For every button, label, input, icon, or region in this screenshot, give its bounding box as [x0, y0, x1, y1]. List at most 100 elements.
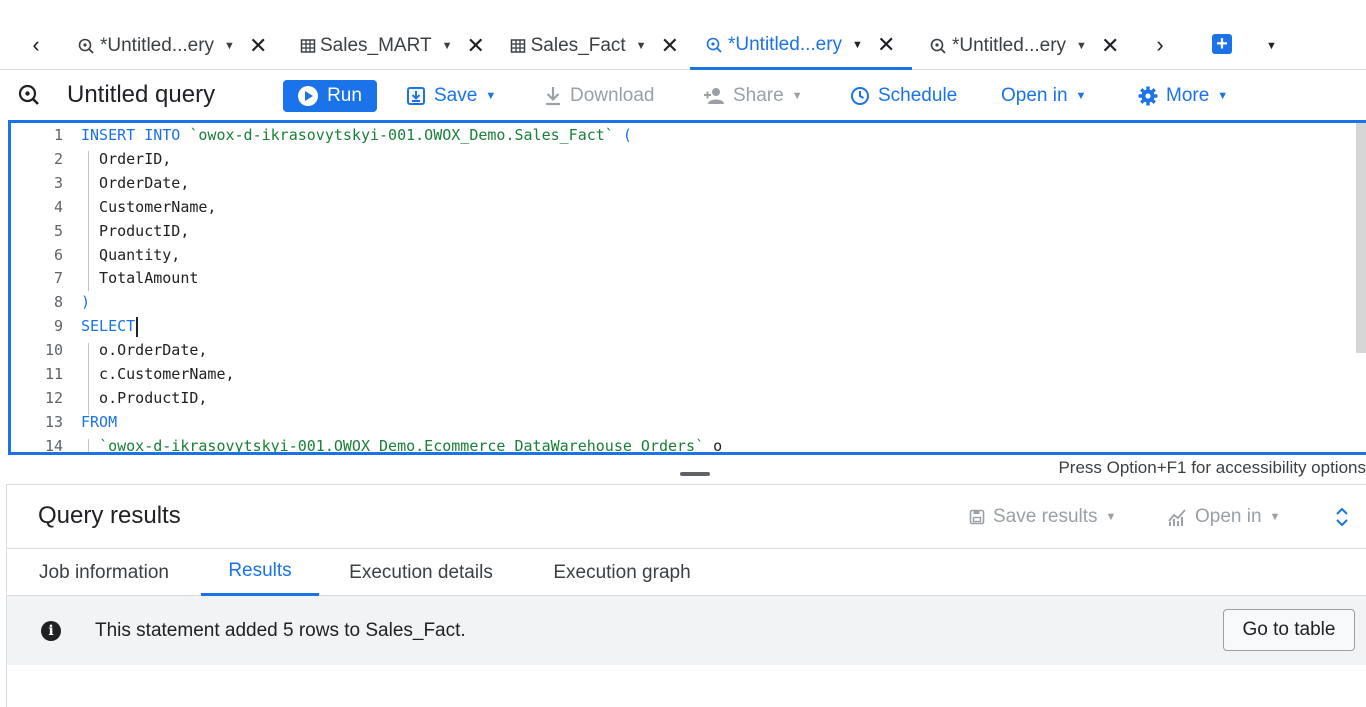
tab-sales-fact[interactable]: Sales_Fact ▼ ✕ [509, 22, 679, 70]
code-text: o.OrderDate, [81, 341, 208, 360]
tab-label: *Untitled...ery [728, 33, 843, 55]
tab-label: Sales_Fact [530, 35, 626, 56]
tab-execution-details[interactable]: Execution details [325, 549, 517, 596]
code-text: FROM [81, 412, 118, 431]
tab-label: Sales_MART [320, 35, 432, 56]
save-button[interactable]: Save ▼ [406, 82, 496, 110]
tab-job-information[interactable]: Job information [7, 549, 201, 596]
code-text: SELECT [81, 314, 139, 338]
tab-untitled-query-2[interactable]: *Untitled...ery ▼ ✕ [928, 22, 1128, 70]
add-person-icon [703, 87, 725, 105]
expand-collapse-icon[interactable] [1331, 503, 1353, 531]
code-text: Quantity, [81, 245, 181, 264]
line-number: 8 [53, 293, 63, 312]
resize-handle[interactable] [680, 472, 710, 476]
caret-down-icon[interactable]: ▼ [1266, 40, 1277, 52]
share-button[interactable]: Share ▼ [703, 82, 803, 110]
open-in-label: Open in [1001, 85, 1068, 106]
line-number: 1 [53, 126, 63, 144]
results-open-in-button[interactable]: Open in ▼ [1167, 505, 1280, 529]
info-icon: i [41, 621, 61, 641]
close-icon[interactable]: ✕ [466, 35, 484, 57]
download-button[interactable]: Download [544, 82, 655, 110]
tab-sales-mart[interactable]: Sales_MART ▼ ✕ [300, 22, 485, 70]
line-number: 5 [53, 221, 63, 240]
code-line: 14 `owox-d-ikrasovytskyi-001.OWOX_Demo.E… [11, 434, 1351, 455]
query-results-header: Query results Save results ▼ Open in ▼ [7, 484, 1366, 548]
run-button[interactable]: Run [283, 80, 377, 112]
code-line: 4 CustomerName, [11, 195, 1351, 219]
code-text: `owox-d-ikrasovytskyi-001.OWOX_Demo.Ecom… [99, 436, 723, 455]
tab-results[interactable]: Results [201, 549, 319, 596]
results-tabs: Job information Results Execution detail… [7, 548, 1366, 596]
open-in-button[interactable]: Open in ▼ [1001, 82, 1086, 110]
close-icon[interactable]: ✕ [1101, 35, 1119, 57]
statement-message: This statement added 5 rows to Sales_Fac… [95, 620, 466, 641]
code-line: 5 ProductID, [11, 219, 1351, 243]
clock-icon [850, 86, 870, 106]
add-tab-icon[interactable]: + [1212, 34, 1232, 54]
query-icon [928, 36, 948, 56]
code-line: 1 INSERT INTO `owox-d-ikrasovytskyi-001.O… [11, 123, 1351, 147]
code-text: INSERT INTO `owox-d-ikrasovytskyi-001.OW… [81, 126, 632, 144]
code-text: TotalAmount [81, 269, 199, 288]
caret-down-icon: ▼ [1105, 511, 1117, 523]
table-icon [509, 36, 527, 56]
code-text: CustomerName, [81, 197, 217, 216]
run-label: Run [327, 85, 362, 106]
save-icon [406, 86, 426, 106]
open-in-label: Open in [1195, 506, 1262, 527]
caret-down-icon: ▼ [1075, 90, 1087, 102]
more-button[interactable]: More ▼ [1138, 82, 1228, 110]
chevron-left-icon[interactable]: ‹ [20, 28, 52, 62]
code-line: 3 OrderDate, [11, 171, 1351, 195]
line-number: 2 [53, 149, 63, 168]
caret-down-icon[interactable]: ▼ [1076, 40, 1087, 52]
tab-execution-graph[interactable]: Execution graph [527, 549, 717, 596]
save-results-label: Save results [993, 506, 1098, 527]
schedule-label: Schedule [878, 85, 958, 106]
query-icon [76, 36, 96, 56]
line-number: 3 [53, 173, 63, 192]
code-line: 6 Quantity, [11, 243, 1351, 267]
line-number: 9 [53, 317, 63, 336]
sql-editor[interactable]: 1 INSERT INTO `owox-d-ikrasovytskyi-001.O… [8, 120, 1366, 455]
line-number: 13 [44, 412, 63, 431]
tab-label: *Untitled...ery [100, 35, 215, 56]
caret-down-icon[interactable]: ▼ [636, 40, 647, 52]
query-toolbar: Untitled query Run Save ▼ Download Share… [0, 70, 1366, 120]
caret-down-icon[interactable]: ▼ [852, 39, 863, 51]
code-line: 8) [11, 290, 1351, 314]
line-number: 4 [53, 197, 63, 216]
caret-down-icon[interactable]: ▼ [224, 40, 235, 52]
chevron-right-icon[interactable]: › [1144, 28, 1176, 62]
tab-untitled-query-active[interactable]: *Untitled...ery ▼ ✕ [690, 22, 912, 70]
line-number: 6 [53, 245, 63, 264]
tab-label: *Untitled...ery [952, 35, 1067, 56]
schedule-button[interactable]: Schedule [850, 82, 957, 110]
close-icon[interactable]: ✕ [249, 35, 267, 57]
caret-down-icon: ▼ [791, 90, 803, 102]
go-to-table-button[interactable]: Go to table [1223, 609, 1355, 651]
code-text: ProductID, [81, 221, 190, 240]
code-line: 13 FROM [11, 410, 1351, 434]
editor-scrollbar[interactable] [1356, 123, 1366, 353]
code-line: 10 o.OrderDate, [11, 338, 1351, 362]
code-text: c.CustomerName, [81, 365, 235, 383]
save-icon [969, 509, 985, 525]
statement-notice: i This statement added 5 rows to Sales_F… [7, 596, 1366, 665]
line-number: 11 [44, 365, 63, 383]
table-icon [300, 36, 316, 56]
download-label: Download [570, 85, 655, 106]
close-icon[interactable]: ✕ [661, 35, 679, 57]
caret-down-icon[interactable]: ▼ [442, 40, 453, 52]
close-icon[interactable]: ✕ [877, 33, 895, 56]
tab-untitled-query-1[interactable]: *Untitled...ery ▼ ✕ [76, 22, 271, 70]
text-cursor [136, 316, 139, 337]
line-number: 12 [44, 388, 63, 407]
save-results-button[interactable]: Save results ▼ [969, 505, 1116, 529]
code-text: OrderDate, [81, 173, 190, 192]
share-label: Share [733, 85, 784, 106]
code-line: 2 OrderID, [11, 147, 1351, 171]
save-label: Save [434, 85, 478, 106]
